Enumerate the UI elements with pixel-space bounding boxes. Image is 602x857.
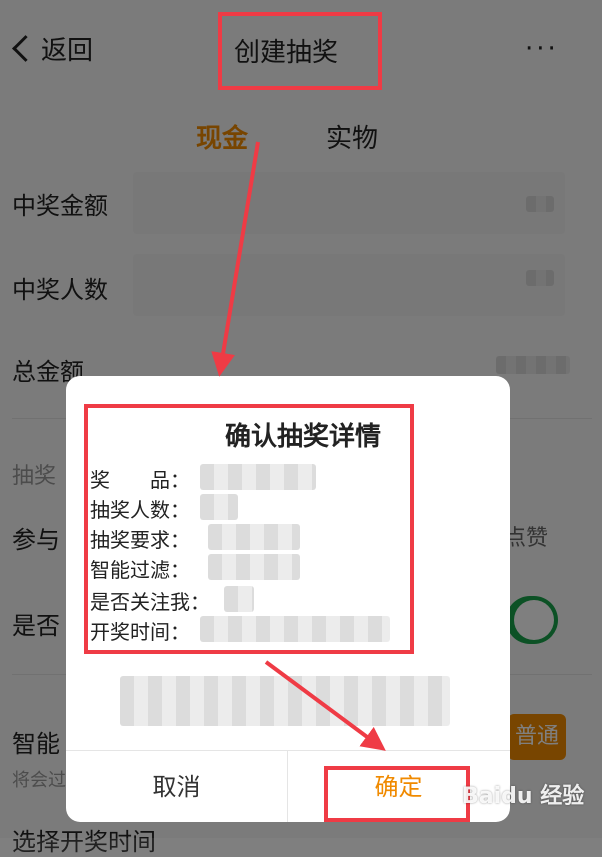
annotation-box-details: [84, 404, 414, 654]
blurred-note: [120, 676, 450, 726]
watermark: Baidu 经验: [462, 784, 585, 809]
annotation-box-confirm: [324, 766, 470, 822]
annotation-box-title: [218, 12, 382, 90]
cancel-button[interactable]: 取消: [66, 751, 288, 822]
